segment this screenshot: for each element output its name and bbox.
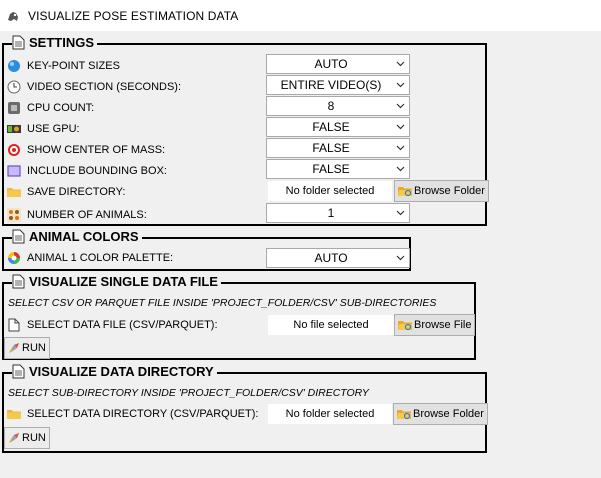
save-directory-browse-button[interactable]: Browse Folder xyxy=(394,180,489,202)
single-file-title: VISUALIZE SINGLE DATA FILE xyxy=(29,274,218,289)
settings-frame: SETTINGS KEY-POINT SIZES AUTO VIDEO SECT… xyxy=(2,35,489,226)
center-of-mass-value: FALSE xyxy=(312,141,350,155)
single-file-frame: VISUALIZE SINGLE DATA FILE SELECT CSV OR… xyxy=(2,274,476,360)
video-section-row: VIDEO SECTION (SECONDS): xyxy=(4,77,181,97)
use-gpu-value: FALSE xyxy=(312,120,350,134)
use-gpu-row: USE GPU: xyxy=(4,119,80,139)
run-label: RUN xyxy=(22,342,46,354)
select-data-file-row: SELECT DATA FILE (CSV/PARQUET): xyxy=(4,315,218,335)
color-palette-label: ANIMAL 1 COLOR PALETTE: xyxy=(27,252,174,264)
document-icon xyxy=(12,35,25,50)
chevron-down-icon[interactable] xyxy=(391,159,409,179)
run-label: RUN xyxy=(22,432,46,444)
data-directory-browse-button[interactable]: Browse Folder xyxy=(393,403,488,425)
data-directory-value: No folder selected xyxy=(285,408,375,420)
gpu-icon xyxy=(7,125,21,133)
color-palette-value: AUTO xyxy=(314,251,348,265)
data-directory-field: No folder selected xyxy=(268,404,392,424)
use-gpu-label: USE GPU: xyxy=(27,123,80,135)
single-file-note: SELECT CSV OR PARQUET FILE INSIDE 'PROJE… xyxy=(8,297,437,309)
keypoint-sizes-value: AUTO xyxy=(314,57,348,71)
bounding-box-dropdown[interactable]: FALSE xyxy=(266,159,410,179)
directory-title: VISUALIZE DATA DIRECTORY xyxy=(29,364,214,379)
browse-file-label: Browse File xyxy=(414,319,472,331)
folder-icon xyxy=(7,410,21,419)
keypoint-icon xyxy=(8,60,20,72)
select-data-file-label: SELECT DATA FILE (CSV/PARQUET): xyxy=(27,319,218,331)
center-of-mass-label: SHOW CENTER OF MASS: xyxy=(27,144,166,156)
animal-colors-header: ANIMAL COLORS xyxy=(12,229,142,244)
palette-icon xyxy=(8,252,20,264)
video-section-dropdown[interactable]: ENTIRE VIDEO(S) xyxy=(266,75,410,95)
bounding-box-icon xyxy=(7,165,21,177)
chevron-down-icon[interactable] xyxy=(391,75,409,95)
chevron-down-icon[interactable] xyxy=(391,203,409,223)
browse-folder-label: Browse Folder xyxy=(414,185,485,197)
rocket-icon xyxy=(9,343,19,353)
select-data-directory-label: SELECT DATA DIRECTORY (CSV/PARQUET): xyxy=(27,408,259,420)
chevron-down-icon[interactable] xyxy=(391,138,409,158)
save-directory-row: SAVE DIRECTORY: xyxy=(4,182,125,202)
window-title: VISUALIZE POSE ESTIMATION DATA xyxy=(28,9,239,23)
number-of-animals-dropdown[interactable]: 1 xyxy=(266,203,410,223)
video-section-value: ENTIRE VIDEO(S) xyxy=(280,78,382,92)
cpu-count-row: CPU COUNT: xyxy=(4,98,94,118)
run-single-file-button[interactable]: RUN xyxy=(4,337,50,359)
chevron-down-icon[interactable] xyxy=(391,248,409,268)
target-icon xyxy=(8,144,20,156)
video-section-label: VIDEO SECTION (SECONDS): xyxy=(27,81,182,93)
settings-header: SETTINGS xyxy=(12,35,98,50)
cpu-count-label: CPU COUNT: xyxy=(27,102,95,114)
browse-file-button[interactable]: Browse File xyxy=(394,314,476,336)
save-directory-label: SAVE DIRECTORY: xyxy=(27,186,126,198)
browse-folder-label: Browse Folder xyxy=(413,408,484,420)
folder-icon xyxy=(7,188,21,197)
document-icon xyxy=(12,274,25,289)
cpu-count-dropdown[interactable]: 8 xyxy=(266,96,410,116)
folder-browse-icon xyxy=(398,187,412,197)
number-of-animals-label: NUMBER OF ANIMALS: xyxy=(27,209,147,221)
use-gpu-dropdown[interactable]: FALSE xyxy=(266,117,410,137)
file-icon xyxy=(8,318,20,332)
chevron-down-icon[interactable] xyxy=(391,96,409,116)
center-of-mass-row: SHOW CENTER OF MASS: xyxy=(4,140,165,160)
clock-icon xyxy=(7,80,21,94)
directory-note: SELECT SUB-DIRECTORY INSIDE 'PROJECT_FOL… xyxy=(8,387,369,399)
number-of-animals-value: 1 xyxy=(327,206,335,220)
document-icon xyxy=(12,229,25,244)
keypoint-sizes-dropdown[interactable]: AUTO xyxy=(266,54,410,74)
directory-frame: VISUALIZE DATA DIRECTORY SELECT SUB-DIRE… xyxy=(2,364,488,453)
bounding-box-value: FALSE xyxy=(312,162,350,176)
folder-browse-icon xyxy=(398,321,412,331)
settings-title: SETTINGS xyxy=(29,35,95,50)
document-icon xyxy=(12,364,25,379)
cpu-count-value: 8 xyxy=(327,99,335,113)
bounding-box-row: INCLUDE BOUNDING BOX: xyxy=(4,161,167,181)
chevron-down-icon[interactable] xyxy=(391,54,409,74)
save-directory-field: No folder selected xyxy=(268,181,392,201)
single-file-header: VISUALIZE SINGLE DATA FILE xyxy=(12,274,221,289)
center-of-mass-dropdown[interactable]: FALSE xyxy=(266,138,410,158)
animal-colors-title: ANIMAL COLORS xyxy=(29,229,139,244)
folder-browse-icon xyxy=(397,410,411,420)
rocket-icon xyxy=(9,433,19,443)
select-data-directory-row: SELECT DATA DIRECTORY (CSV/PARQUET): xyxy=(4,404,258,424)
animals-icon xyxy=(7,208,21,222)
data-file-field: No file selected xyxy=(268,315,394,335)
directory-header: VISUALIZE DATA DIRECTORY xyxy=(12,364,217,379)
cpu-icon xyxy=(8,102,20,114)
data-file-value: No file selected xyxy=(293,319,369,331)
color-palette-dropdown[interactable]: AUTO xyxy=(266,248,410,268)
chevron-down-icon[interactable] xyxy=(391,117,409,137)
color-palette-row: ANIMAL 1 COLOR PALETTE: xyxy=(4,248,173,268)
number-of-animals-row: NUMBER OF ANIMALS: xyxy=(4,205,147,225)
keypoint-sizes-label: KEY-POINT SIZES xyxy=(27,60,120,72)
title-bar: VISUALIZE POSE ESTIMATION DATA xyxy=(0,0,601,31)
app-logo-icon xyxy=(6,9,20,23)
run-directory-button[interactable]: RUN xyxy=(4,427,50,449)
bounding-box-label: INCLUDE BOUNDING BOX: xyxy=(27,165,167,177)
save-directory-value: No folder selected xyxy=(285,185,375,197)
keypoint-sizes-row: KEY-POINT SIZES xyxy=(4,56,120,76)
animal-colors-frame: ANIMAL COLORS ANIMAL 1 COLOR PALETTE: AU… xyxy=(2,229,411,271)
